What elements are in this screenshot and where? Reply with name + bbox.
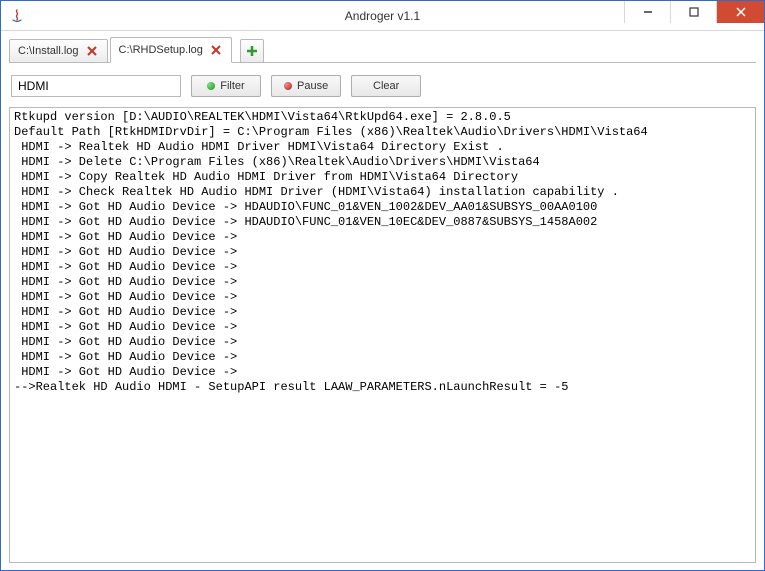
pause-button-label: Pause — [297, 80, 328, 92]
close-tab-icon[interactable] — [209, 43, 223, 57]
minimize-button[interactable] — [624, 1, 670, 23]
close-button[interactable] — [716, 1, 764, 23]
tab-label: C:\RHDSetup.log — [119, 44, 203, 56]
clear-button[interactable]: Clear — [351, 75, 421, 97]
filter-dot-icon — [207, 82, 215, 90]
java-app-icon — [9, 8, 25, 24]
maximize-button[interactable] — [670, 1, 716, 23]
filter-button-label: Filter — [220, 80, 244, 92]
log-text-area[interactable]: Rtkupd version [D:\AUDIO\REALTEK\HDMI\Vi… — [10, 108, 755, 562]
filter-input[interactable] — [11, 75, 181, 97]
log-panel: Rtkupd version [D:\AUDIO\REALTEK\HDMI\Vi… — [9, 107, 756, 563]
tab-rhdsetup-log[interactable]: C:\RHDSetup.log — [110, 37, 232, 63]
tab-strip: C:\Install.log C:\RHDSetup.log — [9, 37, 756, 63]
tab-label: C:\Install.log — [18, 45, 79, 57]
filter-button[interactable]: Filter — [191, 75, 261, 97]
close-tab-icon[interactable] — [85, 44, 99, 58]
tab-install-log[interactable]: C:\Install.log — [9, 39, 108, 63]
window-controls — [624, 1, 764, 30]
pause-button[interactable]: Pause — [271, 75, 341, 97]
titlebar: Androger v1.1 — [1, 1, 764, 31]
toolbar: Filter Pause Clear — [9, 63, 756, 107]
new-tab-button[interactable] — [240, 39, 264, 63]
clear-button-label: Clear — [373, 80, 399, 92]
pause-dot-icon — [284, 82, 292, 90]
